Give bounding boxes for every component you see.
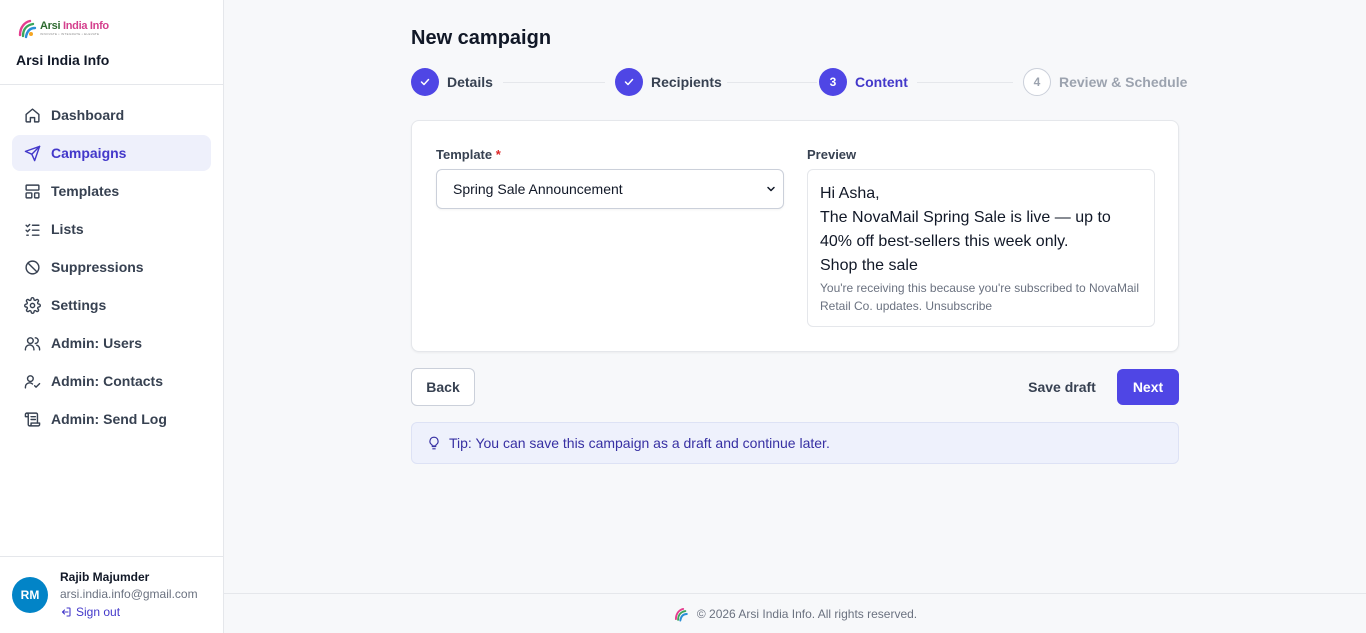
avatar[interactable]: RM	[12, 577, 48, 613]
sidebar-item-admin-contacts[interactable]: Admin: Contacts	[12, 363, 211, 399]
sidebar-item-label: Admin: Send Log	[51, 411, 167, 427]
layout-icon	[25, 183, 40, 199]
brand-logo[interactable]: Arsi India Info INNOVATE • INTEGRATE • E…	[16, 16, 207, 40]
sidebar: Arsi India Info INNOVATE • INTEGRATE • E…	[0, 0, 224, 633]
scroll-icon	[24, 411, 41, 427]
footer-logo-icon	[674, 607, 688, 621]
preview-body-line: The NovaMail Spring Sale is live — up to	[820, 209, 1111, 226]
step-number: 3	[819, 68, 847, 96]
preview-cta: Shop the sale	[820, 257, 918, 274]
footer-copyright: © 2026 Arsi India Info. All rights reser…	[696, 606, 918, 621]
sidebar-item-lists[interactable]: Lists	[12, 211, 211, 247]
step-content[interactable]: 3 Content	[819, 68, 908, 96]
ban-icon	[25, 259, 40, 275]
check-icon	[411, 68, 439, 96]
user-profile: RM Rajib Majumder arsi.india.info@gmail.…	[0, 556, 223, 633]
sidebar-item-campaigns[interactable]: Campaigns	[12, 135, 211, 171]
sidebar-item-label: Lists	[51, 221, 84, 237]
next-button[interactable]: Next	[1117, 369, 1179, 405]
sidebar-item-label: Admin: Contacts	[51, 373, 163, 389]
sidebar-item-label: Suppressions	[51, 259, 144, 275]
sidebar-item-label: Campaigns	[51, 145, 127, 161]
required-marker: *	[495, 147, 501, 162]
home-icon	[25, 107, 40, 123]
brand-name: Arsi India Info	[16, 52, 110, 68]
step-label: Review & Schedule	[1059, 74, 1188, 90]
step-recipients[interactable]: Recipients	[615, 68, 722, 96]
step-label: Details	[447, 74, 493, 90]
logo-title: Arsi India Info	[40, 19, 109, 32]
sidebar-item-admin-send-log[interactable]: Admin: Send Log	[12, 401, 211, 437]
sign-out-label: Sign out	[76, 605, 121, 620]
sidebar-item-suppressions[interactable]: Suppressions	[12, 249, 211, 285]
send-icon	[24, 145, 41, 161]
preview-greeting: Hi Asha,	[820, 185, 880, 202]
sidebar-item-dashboard[interactable]: Dashboard	[12, 97, 211, 133]
main-content: New campaign Details Recipients 3 Conten…	[224, 0, 1366, 633]
preview-footer-note: You're receiving this because you're sub…	[820, 281, 1139, 313]
stepper-connector	[727, 82, 817, 83]
logo-mark-icon	[18, 19, 37, 39]
template-select-value: Spring Sale Announcement	[453, 181, 623, 197]
stepper-connector	[503, 82, 605, 83]
preview-body-line: 40% off best-sellers this week only.	[820, 233, 1069, 250]
sidebar-item-label: Templates	[51, 183, 120, 199]
step-number: 4	[1023, 68, 1051, 96]
step-details[interactable]: Details	[411, 68, 493, 96]
sign-out-icon	[61, 607, 71, 617]
content-card: Template * Spring Sale Announcement Prev…	[411, 120, 1179, 352]
stepper-connector	[917, 82, 1013, 83]
sidebar-nav: Dashboard Campaigns Templates Lists Supp…	[0, 85, 223, 451]
chevron-down-icon	[767, 186, 775, 192]
preview-label: Preview	[807, 147, 857, 162]
step-label: Recipients	[651, 74, 722, 90]
email-preview: Hi Asha, The NovaMail Spring Sale is liv…	[807, 169, 1155, 327]
sign-out-link[interactable]: Sign out	[60, 605, 198, 619]
sidebar-item-templates[interactable]: Templates	[12, 173, 211, 209]
brand-header: Arsi India Info INNOVATE • INTEGRATE • E…	[0, 0, 223, 85]
step-review-schedule[interactable]: 4 Review & Schedule	[1023, 68, 1187, 96]
sidebar-item-admin-users[interactable]: Admin: Users	[12, 325, 211, 361]
step-label: Content	[855, 74, 908, 90]
back-button[interactable]: Back	[411, 368, 475, 406]
template-select[interactable]: Spring Sale Announcement	[436, 169, 784, 209]
sidebar-item-label: Admin: Users	[51, 335, 143, 351]
list-check-icon	[25, 223, 40, 236]
tip-text: Tip: You can save this campaign as a dra…	[449, 435, 830, 451]
page-title: New campaign	[411, 27, 552, 49]
users-icon	[24, 336, 41, 351]
logo-tagline: INNOVATE • INTEGRATE • ELEVATE	[40, 31, 100, 36]
stepper: Details Recipients 3 Content 4 Review & …	[411, 68, 1187, 96]
page-footer: © 2026 Arsi India Info. All rights reser…	[224, 593, 1366, 633]
sidebar-item-settings[interactable]: Settings	[12, 287, 211, 323]
sidebar-item-label: Dashboard	[51, 107, 125, 123]
gear-icon	[24, 296, 41, 314]
user-email: arsi.india.info@gmail.com	[60, 586, 198, 601]
check-icon	[615, 68, 643, 96]
template-label: Template *	[436, 147, 501, 162]
lightbulb-icon	[429, 436, 439, 450]
user-name: Rajib Majumder	[60, 570, 150, 585]
user-check-icon	[24, 374, 41, 389]
tip-banner: Tip: You can save this campaign as a dra…	[411, 422, 1179, 464]
sidebar-item-label: Settings	[51, 297, 107, 313]
save-draft-button[interactable]: Save draft	[1017, 368, 1107, 406]
